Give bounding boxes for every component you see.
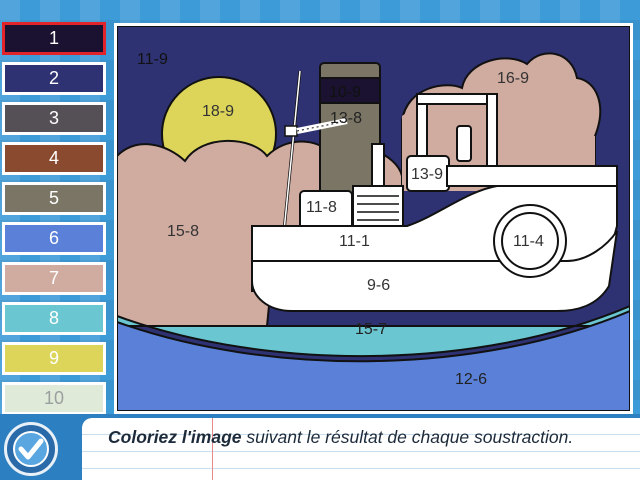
swatch-label: 7 <box>48 268 59 288</box>
label-sun: 18-9 <box>202 103 234 120</box>
color-swatch-8[interactable]: 8 <box>2 302 106 335</box>
swatch-label: 9 <box>48 348 59 368</box>
color-swatch-10[interactable]: 10 <box>2 382 106 415</box>
color-swatch-7[interactable]: 7 <box>2 262 106 295</box>
color-swatch-1[interactable]: 1 <box>2 22 106 55</box>
instruction-bold: Coloriez l'image <box>108 427 242 447</box>
coloring-picture: 11-9 18-9 15-8 16-9 10-9 13-8 11-8 13-9 … <box>117 26 630 411</box>
label-crane-cabin: 13-9 <box>411 166 443 183</box>
swatch-label: 3 <box>48 108 59 128</box>
color-swatch-4[interactable]: 4 <box>2 142 106 175</box>
label-cloud-left: 15-8 <box>167 223 199 240</box>
color-swatch-6[interactable]: 6 <box>2 222 106 255</box>
swatch-label: 6 <box>48 228 59 248</box>
label-sea: 12-6 <box>455 371 487 388</box>
swatch-label: 2 <box>48 68 59 88</box>
swatch-label: 10 <box>43 388 65 408</box>
label-funnel: 13-8 <box>330 110 362 127</box>
validate-button[interactable] <box>4 422 58 476</box>
swatch-label: 1 <box>48 28 59 48</box>
label-cloud-right: 16-9 <box>497 70 529 87</box>
label-sky: 11-9 <box>137 51 168 68</box>
color-swatch-5[interactable]: 5 <box>2 182 106 215</box>
region-stairs[interactable] <box>352 185 404 232</box>
label-hull: 9-6 <box>367 277 390 294</box>
label-funnel-top: 10-9 <box>329 84 361 101</box>
instruction-rest: suivant le résultat de chaque soustracti… <box>246 427 574 447</box>
instruction-text: Coloriez l'image suivant le résultat de … <box>108 426 628 449</box>
coloring-canvas: 11-9 18-9 15-8 16-9 10-9 13-8 11-8 13-9 … <box>114 23 633 414</box>
color-swatch-3[interactable]: 3 <box>2 102 106 135</box>
label-deck: 11-1 <box>339 233 370 250</box>
swatch-label: 4 <box>48 148 59 168</box>
region-rail[interactable] <box>446 165 618 187</box>
swatch-label: 5 <box>48 188 59 208</box>
label-cabin-left: 11-8 <box>306 199 337 216</box>
color-swatch-9[interactable]: 9 <box>2 342 106 375</box>
swatch-label: 8 <box>48 308 59 328</box>
label-water-band: 15-7 <box>355 321 387 338</box>
label-porthole: 11-4 <box>513 233 544 250</box>
check-icon <box>13 431 49 467</box>
color-swatch-2[interactable]: 2 <box>2 62 106 95</box>
